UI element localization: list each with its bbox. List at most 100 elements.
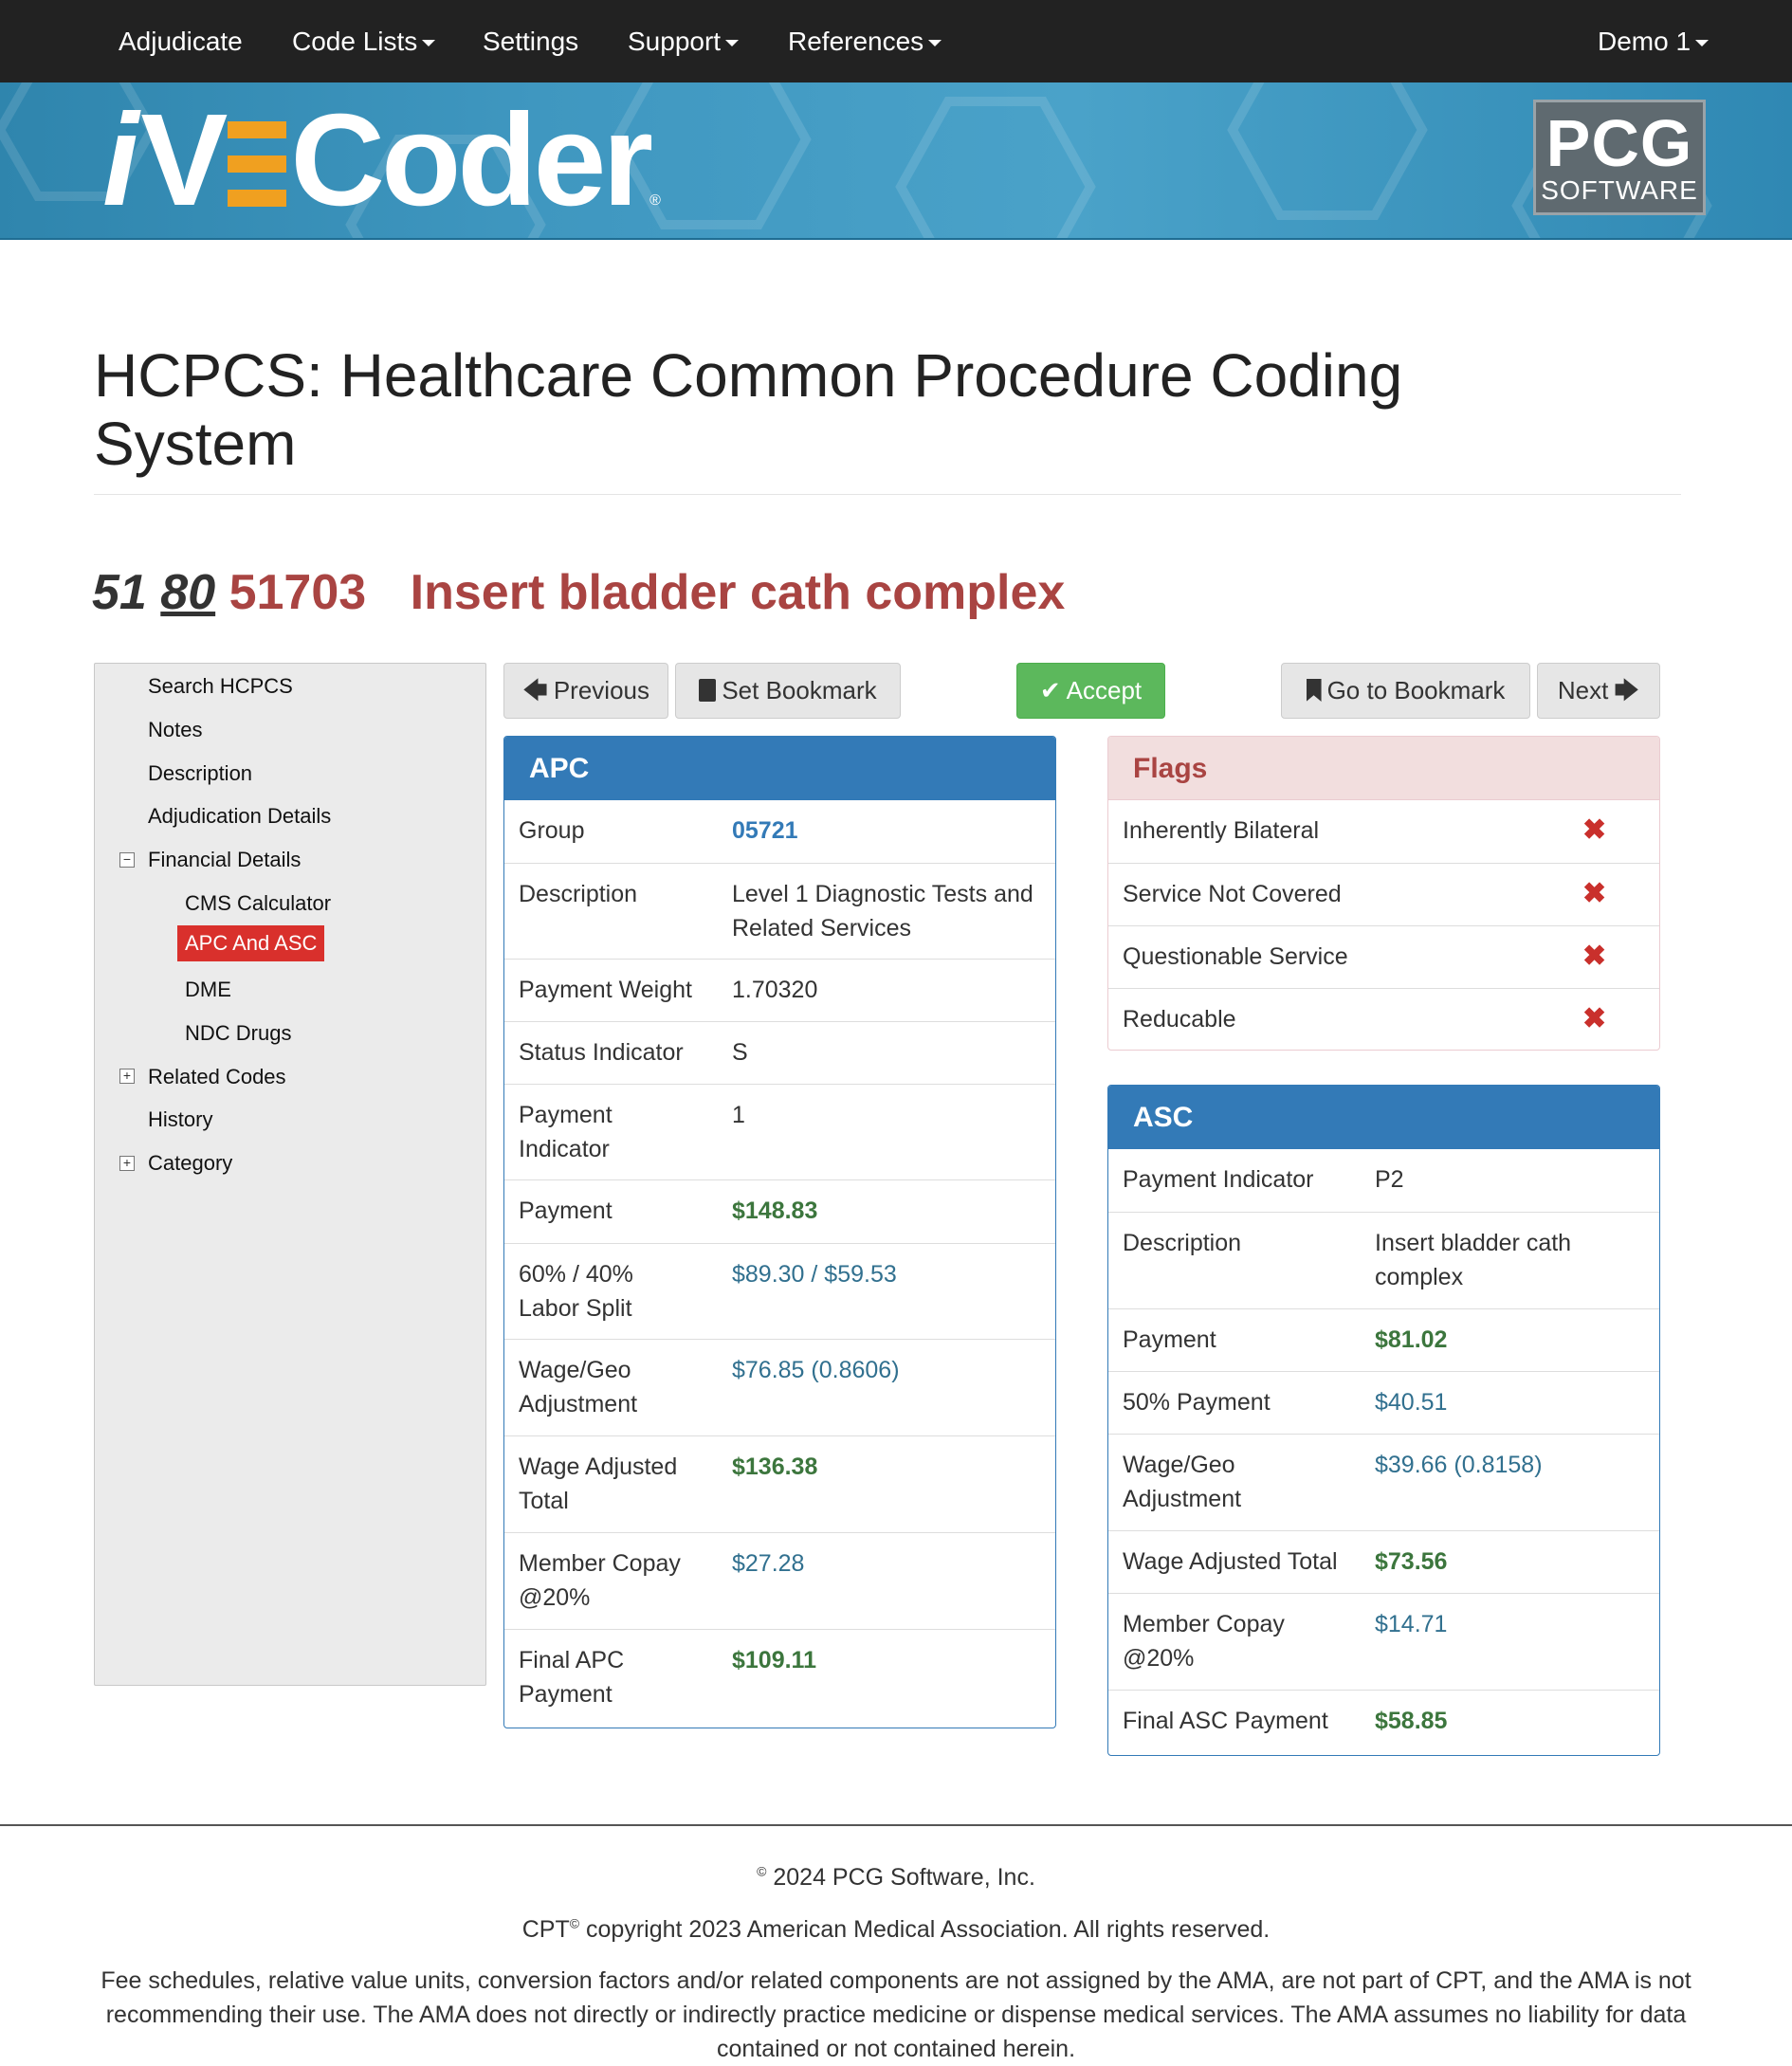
apc-row-wage-geo: Wage/Geo Adjustment $76.85 (0.8606) xyxy=(504,1339,1055,1435)
apc-label: Wage/Geo Adjustment xyxy=(519,1357,638,1417)
asc-row-description: Description Insert bladder cath complex xyxy=(1108,1212,1659,1308)
apc-label: 60% / 40% Labor Split xyxy=(519,1261,633,1322)
flag-row: Inherently Bilateral ✖ xyxy=(1108,800,1659,863)
sidebar-item-ndc-drugs[interactable]: NDC Drugs xyxy=(185,1019,291,1048)
sidebar-item-category[interactable]: Category xyxy=(148,1149,232,1178)
user-name: Demo 1 xyxy=(1598,27,1691,56)
sidebar-item-related-codes[interactable]: Related Codes xyxy=(148,1063,286,1091)
footer-copyright: © 2024 PCG Software, Inc. xyxy=(0,1860,1792,1894)
asc-row-wage-adjusted-total: Wage Adjusted Total $73.56 xyxy=(1108,1530,1659,1593)
x-mark-icon: ✖ xyxy=(1582,1003,1607,1034)
apc-value: $27.28 xyxy=(732,1550,805,1577)
nav-user-menu[interactable]: Demo 1 xyxy=(1598,0,1710,82)
nav-code-lists-label: Code Lists xyxy=(292,27,418,56)
apc-row-payment-weight: Payment Weight 1.70320 xyxy=(504,959,1055,1021)
sidebar-item-adjudication-details[interactable]: Adjudication Details xyxy=(148,802,331,831)
sidebar-item-dme[interactable]: DME xyxy=(185,976,231,1004)
apc-row-final-payment: Final APC Payment $109.11 xyxy=(504,1629,1055,1726)
nav-references[interactable]: References xyxy=(788,0,942,82)
sidebar-item-search-hcpcs[interactable]: Search HCPCS xyxy=(148,672,293,701)
header-banner: iV Coder® xyxy=(0,82,1792,240)
apc-label: Final APC Payment xyxy=(519,1647,625,1708)
apc-value: $76.85 (0.8606) xyxy=(732,1357,900,1383)
apc-label: Payment Indicator xyxy=(519,1102,613,1162)
page-title: HCPCS: Healthcare Common Procedure Codin… xyxy=(94,341,1403,478)
asc-label: 50% Payment xyxy=(1123,1389,1271,1416)
asc-heading: ASC xyxy=(1108,1086,1659,1149)
flag-row: Reducable ✖ xyxy=(1108,988,1659,1050)
nav-adjudicate[interactable]: Adjudicate xyxy=(119,0,243,82)
flags-heading: Flags xyxy=(1108,737,1659,800)
arrow-left-icon: 🡄 xyxy=(521,676,548,704)
sidebar-item-apc-and-asc[interactable]: APC And ASC xyxy=(177,925,325,961)
logo-v: V xyxy=(140,87,228,233)
asc-table: Payment Indicator P2 Description Insert bl… xyxy=(1108,1149,1659,1752)
apc-row-status-indicator: Status Indicator S xyxy=(504,1021,1055,1084)
collapse-icon[interactable]: − xyxy=(119,852,135,868)
sidebar-item-financial-details[interactable]: Financial Details xyxy=(148,846,301,874)
next-label: Next xyxy=(1557,676,1609,704)
asc-value: $14.71 xyxy=(1375,1611,1448,1637)
top-navbar: Adjudicate Code Lists Settings Support R… xyxy=(0,0,1792,82)
set-bookmark-button[interactable]: Set Bookmark xyxy=(675,663,901,719)
nav-support[interactable]: Support xyxy=(628,0,740,82)
apc-value: $148.83 xyxy=(732,1198,818,1224)
apc-value: $109.11 xyxy=(732,1647,816,1673)
apc-row-payment-indicator: Payment Indicator 1 xyxy=(504,1084,1055,1179)
code-prefix-2-link[interactable]: 80 xyxy=(160,565,215,620)
accept-button[interactable]: ✔ Accept xyxy=(1016,663,1165,719)
apc-value: $136.38 xyxy=(732,1454,818,1480)
apc-label: Status Indicator xyxy=(519,1039,684,1066)
apc-value: Level 1 Diagnostic Tests and Related Ser… xyxy=(732,881,1033,942)
flag-label: Questionable Service xyxy=(1123,943,1348,970)
next-button[interactable]: Next 🡆 xyxy=(1537,663,1660,719)
cpt-label: CPT xyxy=(521,1916,570,1943)
nav-settings[interactable]: Settings xyxy=(483,0,578,82)
caret-down-icon xyxy=(928,40,942,47)
flag-row: Questionable Service ✖ xyxy=(1108,925,1659,988)
sidebar-item-description[interactable]: Description xyxy=(148,759,252,788)
asc-value: $58.85 xyxy=(1375,1708,1448,1734)
logo-e-bars-icon xyxy=(224,116,290,210)
expand-icon[interactable]: + xyxy=(119,1156,135,1171)
go-to-bookmark-label: Go to Bookmark xyxy=(1326,676,1506,704)
asc-value: Insert bladder cath complex xyxy=(1375,1230,1572,1290)
copyright-symbol: © xyxy=(569,1915,580,1931)
logo-registered: ® xyxy=(649,192,661,209)
pcg-logo-big: PCG xyxy=(1545,106,1693,180)
nav-support-label: Support xyxy=(628,27,722,56)
apc-value: S xyxy=(732,1039,748,1066)
code-prefix-1: 51 xyxy=(92,565,147,620)
apc-label: Payment Weight xyxy=(519,977,692,1003)
accept-label: Accept xyxy=(1066,676,1143,704)
previous-button[interactable]: 🡄 Previous xyxy=(503,663,668,719)
asc-label: Payment Indicator xyxy=(1123,1166,1314,1193)
asc-value: $81.02 xyxy=(1375,1326,1448,1353)
title-divider xyxy=(94,494,1681,495)
x-mark-icon: ✖ xyxy=(1582,878,1607,909)
x-mark-icon: ✖ xyxy=(1582,941,1607,972)
asc-row-final-payment: Final ASC Payment $58.85 xyxy=(1108,1690,1659,1752)
nav-adjudicate-label: Adjudicate xyxy=(119,27,243,56)
flag-label: Reducable xyxy=(1123,1006,1236,1033)
caret-down-icon xyxy=(725,40,740,47)
sidebar-item-cms-calculator[interactable]: CMS Calculator xyxy=(185,889,331,918)
apc-row-group: Group 05721 xyxy=(504,800,1055,863)
sidebar-item-notes[interactable]: Notes xyxy=(148,716,202,744)
flags-table: Inherently Bilateral ✖ Service Not Covere… xyxy=(1108,800,1659,1050)
footer-company: 2024 PCG Software, Inc. xyxy=(773,1864,1035,1891)
apc-group-link[interactable]: 05721 xyxy=(732,814,798,848)
footer-cpt: CPT© copyright 2023 American Medical Ass… xyxy=(0,1912,1792,1947)
asc-label: Member Copay @20% xyxy=(1123,1611,1285,1672)
expand-icon[interactable]: + xyxy=(119,1069,135,1084)
nav-settings-label: Settings xyxy=(483,27,579,56)
asc-row-member-copay: Member Copay @20% $14.71 xyxy=(1108,1593,1659,1690)
asc-label: Wage Adjusted Total xyxy=(1123,1548,1338,1575)
apc-row-payment: Payment $148.83 xyxy=(504,1179,1055,1243)
sidebar-item-history[interactable]: History xyxy=(148,1106,212,1134)
go-to-bookmark-button[interactable]: Go to Bookmark xyxy=(1281,663,1530,719)
code-description: Insert bladder cath complex xyxy=(410,565,1066,620)
set-bookmark-label: Set Bookmark xyxy=(722,676,877,704)
asc-label: Final ASC Payment xyxy=(1123,1708,1328,1734)
nav-code-lists[interactable]: Code Lists xyxy=(292,0,436,82)
